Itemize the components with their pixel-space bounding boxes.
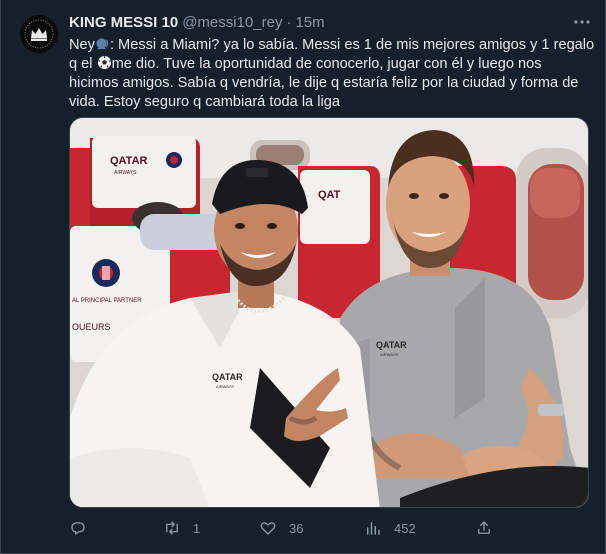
tweet-text-part3: me dio. Tuve la oportunidad de conocerlo…	[69, 56, 579, 110]
svg-text:QATAR: QATAR	[212, 372, 243, 382]
like-button[interactable]: 36	[259, 518, 303, 538]
separator-dot: ·	[286, 13, 292, 31]
reply-icon	[71, 522, 85, 535]
retweet-button[interactable]: 1	[163, 518, 200, 538]
timestamp[interactable]: 15m	[295, 14, 324, 31]
retweet-count: 1	[193, 520, 201, 536]
more-icon	[574, 20, 590, 24]
seat-brand-top-sub: AIRWAYS	[114, 170, 137, 176]
tweet-card[interactable]: KING MESSI 10 @messi10_rey · 15m Ney : M…	[0, 0, 606, 554]
partner-text: AL PRINCIPAL PARTNER	[72, 298, 142, 304]
seat-text: OUEURS	[72, 322, 111, 332]
avatar[interactable]	[20, 15, 58, 53]
views-count: 452	[394, 520, 416, 536]
tweet-actions: 1 36 452	[69, 518, 499, 538]
tweet-photo[interactable]: QATAR AIRWAYS AL PRINCIPAL PARTNER OUEUR…	[69, 117, 589, 508]
views-chart-icon	[367, 522, 380, 535]
retweet-icon	[166, 521, 178, 535]
shirt-brand: QATAR	[376, 340, 407, 350]
tweet-text-start: Ney	[69, 37, 95, 53]
heart-icon	[260, 522, 276, 535]
svg-text:QAT: QAT	[318, 189, 341, 201]
share-icon	[478, 521, 490, 534]
reply-button[interactable]	[69, 518, 99, 538]
share-button[interactable]	[475, 518, 493, 538]
seat-brand-top: QATAR	[110, 155, 148, 167]
speaking-head-icon	[96, 38, 109, 50]
more-options-button[interactable]	[571, 11, 593, 33]
seat-headrest-top: QATAR AIRWAYS	[92, 136, 196, 208]
author-name[interactable]: KING MESSI 10	[69, 14, 178, 31]
author-handle[interactable]: @messi10_rey	[182, 14, 282, 31]
photo-scene: QATAR AIRWAYS AL PRINCIPAL PARTNER OUEUR…	[70, 118, 588, 507]
shirt-brand-sub: AIRWAYS	[380, 352, 398, 357]
soccer-ball-icon	[97, 55, 111, 70]
views-button[interactable]: 452	[364, 518, 416, 538]
tweet-header: KING MESSI 10 @messi10_rey · 15m	[69, 12, 325, 32]
tweet-text: Ney : Messi a Miami? ya lo sabía. Messi …	[69, 36, 595, 112]
svg-text:AIRWAYS: AIRWAYS	[216, 384, 234, 389]
like-count: 36	[289, 520, 304, 536]
crown-logo-icon	[20, 15, 58, 53]
